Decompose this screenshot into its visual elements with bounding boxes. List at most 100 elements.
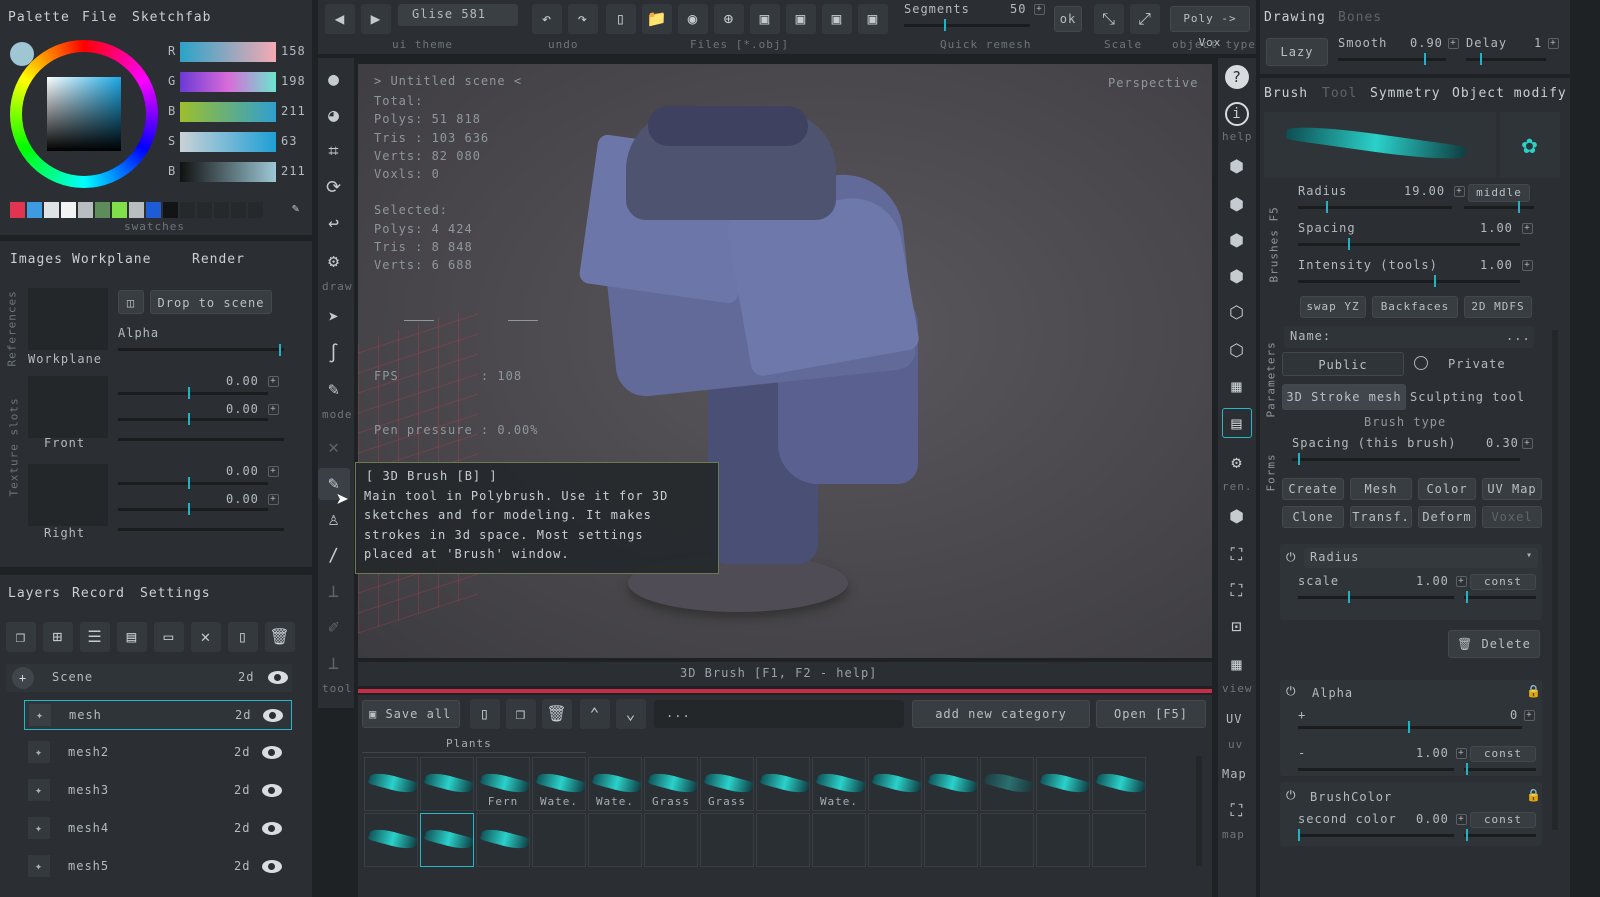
- layer-row-mesh2[interactable]: ✦ mesh2 2d: [24, 738, 292, 768]
- perspective-label[interactable]: Perspective: [1108, 76, 1198, 90]
- tab-sketchfab[interactable]: Sketchfab: [132, 10, 211, 25]
- plus-icon[interactable]: +: [268, 376, 279, 387]
- eye-icon[interactable]: [262, 822, 282, 835]
- front-thumb-2[interactable]: [188, 413, 190, 425]
- camera-icon[interactable]: ◉: [678, 4, 708, 34]
- channel-v-bar[interactable]: [180, 162, 276, 182]
- uv-button[interactable]: UV: [1226, 712, 1242, 726]
- spacing-this-thumb[interactable]: [1298, 453, 1300, 465]
- layer-2d-tag[interactable]: 2d: [234, 783, 250, 797]
- plus-icon[interactable]: +: [268, 494, 279, 505]
- brush-thumb[interactable]: [476, 813, 530, 867]
- redo-icon[interactable]: ↷: [568, 4, 598, 34]
- drop-to-scene-button[interactable]: Drop to scene: [150, 290, 272, 314]
- empty-slot[interactable]: [1092, 813, 1146, 867]
- prev-theme-icon[interactable]: ◀: [325, 4, 355, 34]
- alpha-modifier-range-thumb[interactable]: [1466, 763, 1468, 775]
- alpha-modifier-range[interactable]: [1464, 768, 1536, 771]
- empty-slot[interactable]: [532, 813, 586, 867]
- add-icon[interactable]: +: [12, 667, 34, 689]
- brush-thumb[interactable]: [364, 813, 418, 867]
- radius-range-thumb[interactable]: [1518, 201, 1520, 213]
- plus-icon[interactable]: +: [1524, 710, 1535, 721]
- empty-slot[interactable]: [924, 813, 978, 867]
- plus-icon[interactable]: +: [1548, 38, 1559, 49]
- deform-button[interactable]: Deform: [1418, 506, 1476, 528]
- sphere-icon[interactable]: ●: [318, 64, 350, 96]
- radius-slider[interactable]: [1298, 206, 1452, 209]
- brush-thumb[interactable]: Grass: [644, 757, 698, 811]
- plus-icon[interactable]: +: [1034, 4, 1045, 15]
- eye-icon[interactable]: [262, 746, 282, 759]
- pen-icon[interactable]: ∕: [318, 540, 350, 572]
- plus-icon[interactable]: +: [1454, 186, 1465, 197]
- mesh-button[interactable]: Mesh: [1350, 478, 1412, 500]
- color-square[interactable]: [47, 77, 121, 151]
- eraser-icon[interactable]: ✐: [318, 612, 350, 644]
- tab-palette[interactable]: Palette: [8, 10, 70, 25]
- name-field[interactable]: Name: ...: [1284, 326, 1534, 348]
- segments-slider[interactable]: [904, 24, 1030, 27]
- save-icon[interactable]: ▣: [750, 4, 780, 34]
- tab-settings[interactable]: Settings: [140, 586, 211, 601]
- brush-thumb[interactable]: Wate.: [812, 757, 866, 811]
- right-slot[interactable]: [28, 464, 108, 526]
- brush-thumb[interactable]: [756, 757, 810, 811]
- cube-smooth-icon[interactable]: ⬢: [1222, 262, 1252, 292]
- empty-slot[interactable]: [756, 813, 810, 867]
- alpha-modifier-thumb[interactable]: [1408, 721, 1410, 733]
- brush-thumb[interactable]: [1036, 757, 1090, 811]
- blob-icon[interactable]: ◕: [318, 100, 350, 132]
- cube-flat-icon[interactable]: ⬢: [1222, 226, 1252, 256]
- next-theme-icon[interactable]: ▶: [361, 4, 391, 34]
- map-frame-icon[interactable]: ⛶: [1222, 796, 1252, 826]
- draw-settings-icon[interactable]: ⚙: [318, 246, 350, 278]
- render-icon[interactable]: ⚙: [1222, 448, 1252, 478]
- curve-icon[interactable]: ∫: [318, 338, 350, 370]
- channel-g-bar[interactable]: [180, 72, 276, 92]
- layer-row-mesh[interactable]: ✦ mesh 2d: [24, 700, 292, 730]
- poly-vox-button[interactable]: Poly -> Vox: [1170, 6, 1250, 49]
- flatten-icon[interactable]: ▤: [117, 622, 147, 652]
- rotate-icon[interactable]: ⟳: [318, 172, 350, 204]
- info-icon[interactable]: i: [1222, 98, 1252, 128]
- power-icon[interactable]: ⏻: [1286, 684, 1297, 699]
- empty-slot[interactable]: [980, 813, 1034, 867]
- new-layer-icon[interactable]: ▯: [228, 622, 258, 652]
- box-view-icon[interactable]: ⬢: [1222, 502, 1252, 532]
- scene-row[interactable]: + Scene 2d: [6, 664, 292, 692]
- transform-button[interactable]: Transf.: [1350, 506, 1412, 528]
- tab-tool[interactable]: Tool: [1322, 86, 1357, 101]
- alpha-thumb[interactable]: [279, 344, 281, 356]
- const-button[interactable]: const: [1470, 574, 1536, 590]
- new-file-icon[interactable]: ▯: [606, 4, 636, 34]
- plus-icon[interactable]: +: [1456, 814, 1467, 825]
- copy-icon[interactable]: ❐: [506, 699, 536, 729]
- category-field[interactable]: ...: [654, 700, 904, 728]
- tab-layers[interactable]: Layers: [8, 586, 61, 601]
- workplane-slot[interactable]: [28, 288, 108, 350]
- delete-button[interactable]: 🗑 Delete: [1448, 630, 1540, 658]
- eye-icon[interactable]: [262, 860, 282, 873]
- empty-slot[interactable]: [644, 813, 698, 867]
- brush-thumb[interactable]: [980, 757, 1034, 811]
- channel-b-bar[interactable]: [180, 102, 276, 122]
- brush-alpha-preview[interactable]: ✿: [1500, 112, 1560, 178]
- export-obj-icon[interactable]: ▣: [858, 4, 888, 34]
- brush-thumb[interactable]: [1092, 757, 1146, 811]
- brush-thumb[interactable]: [924, 757, 978, 811]
- const-button[interactable]: const: [1470, 746, 1536, 762]
- second-color-slider[interactable]: [1298, 834, 1454, 837]
- segments-thumb[interactable]: [944, 19, 946, 31]
- channel-s-bar[interactable]: [180, 132, 276, 152]
- tool-settings-icon[interactable]: ⊥: [318, 648, 350, 680]
- map-button[interactable]: Map: [1222, 767, 1247, 781]
- plus-icon[interactable]: +: [1456, 576, 1467, 587]
- tab-drawing[interactable]: Drawing: [1264, 10, 1326, 25]
- uv-map-button[interactable]: UV Map: [1482, 478, 1542, 500]
- new-icon[interactable]: ▯: [470, 699, 500, 729]
- duplicate-layer-icon[interactable]: ❐: [6, 622, 36, 652]
- layer-2d-tag[interactable]: 2d: [234, 745, 250, 759]
- brush-preview[interactable]: [1264, 112, 1496, 178]
- pin-icon[interactable]: ✕: [318, 432, 350, 464]
